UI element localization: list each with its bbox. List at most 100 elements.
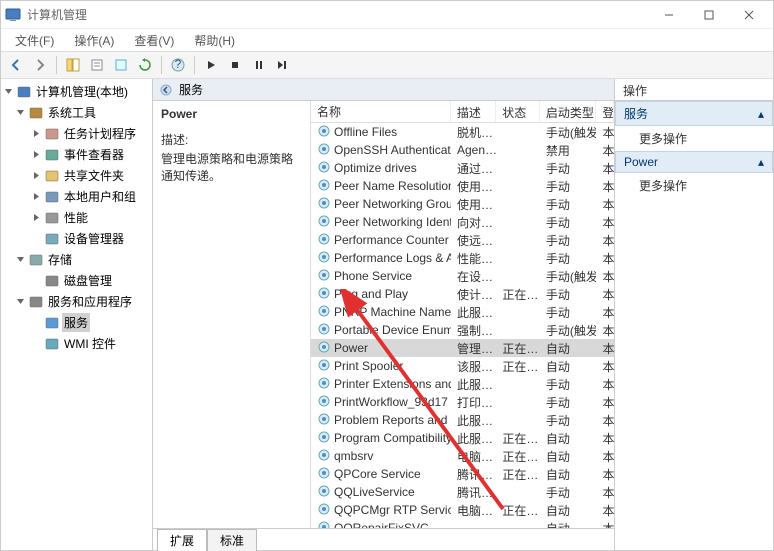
table-row[interactable]: OpenSSH Authentication A…Agen…禁用本 [311,141,614,159]
table-row[interactable]: Performance Counter DLL …使远…手动本 [311,231,614,249]
table-row[interactable]: Peer Name Resolution Prot…使用…手动本 [311,177,614,195]
menu-action[interactable]: 操作(A) [64,30,124,51]
table-row[interactable]: QQRepairFixSVC自动本 [311,519,614,528]
tree-item[interactable]: 磁盘管理 [1,270,152,291]
service-name: PrintWorkflow_93d17 [334,395,448,409]
menu-help[interactable]: 帮助(H) [184,30,245,51]
tree-item[interactable]: 事件查看器 [1,144,152,165]
tab-standard[interactable]: 标准 [207,529,257,551]
nav-arrow-icon[interactable] [159,83,173,97]
table-row[interactable]: Print Spooler该服…正在…自动本 [311,357,614,375]
service-icon [317,250,331,267]
service-start: 自动 [540,429,597,448]
stop-service-button[interactable] [224,54,246,76]
menu-file[interactable]: 文件(F) [5,30,64,51]
tree-item[interactable]: 计算机管理(本地) [1,81,152,102]
actions-section-title[interactable]: 服务 ▴ [616,102,772,125]
help-button[interactable]: ? [167,54,189,76]
computer-management-icon [5,7,21,23]
tree-toggle-icon[interactable] [31,317,42,328]
column-status[interactable]: 状态 [496,101,540,122]
menu-view[interactable]: 查看(V) [124,30,184,51]
tree-toggle-icon[interactable] [31,170,42,181]
table-row[interactable]: QPCore Service腾讯…正在…自动本 [311,465,614,483]
title-bar: 计算机管理 [1,1,773,29]
service-status [496,203,540,205]
table-row[interactable]: Phone Service在设…手动(触发…本 [311,267,614,285]
tree-toggle-icon[interactable] [31,149,42,160]
service-status: 正在… [496,429,540,448]
actions-section-title[interactable]: Power ▴ [616,152,772,172]
column-start[interactable]: 启动类型 [540,101,597,122]
tree-toggle-icon[interactable] [31,275,42,286]
more-actions-link[interactable]: 更多操作 [615,173,773,198]
tree-item[interactable]: 设备管理器 [1,228,152,249]
forward-button[interactable] [29,54,51,76]
table-row[interactable]: Performance Logs & Alerts性能…手动本 [311,249,614,267]
services-list: 名称 描述 状态 启动类型 登 Offline Files脱机…手动(触发…本O… [311,101,614,528]
table-row[interactable]: Problem Reports and Soluti…此服…手动本 [311,411,614,429]
tree-item[interactable]: 本地用户和组 [1,186,152,207]
tree-toggle-icon[interactable] [31,233,42,244]
tree-pane[interactable]: 计算机管理(本地)系统工具任务计划程序事件查看器共享文件夹本地用户和组性能设备管… [1,79,153,550]
service-start: 手动(触发… [540,267,597,286]
tree-item[interactable]: 服务和应用程序 [1,291,152,312]
service-start: 自动 [540,465,597,484]
table-row[interactable]: PNRP Machine Name Publi…此服…手动本 [311,303,614,321]
service-logon: 本 [596,303,614,322]
table-row[interactable]: Power管理…正在…自动本 [311,339,614,357]
start-service-button[interactable] [200,54,222,76]
table-header: 名称 描述 状态 启动类型 登 [311,101,614,123]
tree-node-icon [44,210,60,226]
column-name[interactable]: 名称 [311,101,451,122]
service-status [496,149,540,151]
table-row[interactable]: Portable Device Enumerato…强制…手动(触发…本 [311,321,614,339]
tree-item[interactable]: 服务 [1,312,152,333]
tree-item[interactable]: 任务计划程序 [1,123,152,144]
back-button[interactable] [5,54,27,76]
service-logon: 本 [596,195,614,214]
table-row[interactable]: QQPCMgr RTP Service电脑…正在…自动本 [311,501,614,519]
tree-item[interactable]: 存储 [1,249,152,270]
column-desc[interactable]: 描述 [451,101,496,122]
minimize-button[interactable] [649,1,689,29]
table-row[interactable]: Offline Files脱机…手动(触发…本 [311,123,614,141]
table-row[interactable]: Program Compatibility Assi…此服…正在…自动本 [311,429,614,447]
tree-item[interactable]: 性能 [1,207,152,228]
table-row[interactable]: qmbsrv电脑…正在…自动本 [311,447,614,465]
export-list-button[interactable] [110,54,132,76]
tree-node-label: 计算机管理(本地) [34,82,130,101]
refresh-button[interactable] [134,54,156,76]
tree-item[interactable]: 系统工具 [1,102,152,123]
table-row[interactable]: Plug and Play使计…正在…手动本 [311,285,614,303]
tree-toggle-icon[interactable] [15,296,26,307]
more-actions-link[interactable]: 更多操作 [615,126,773,151]
tree-toggle-icon[interactable] [15,254,26,265]
window-title: 计算机管理 [27,6,649,23]
tree-toggle-icon[interactable] [15,107,26,118]
tree-toggle-icon[interactable] [31,128,42,139]
close-button[interactable] [729,1,769,29]
tree-toggle-icon[interactable] [31,191,42,202]
table-row[interactable]: Peer Networking Grouping使用…手动本 [311,195,614,213]
table-row[interactable]: Optimize drives通过…手动本 [311,159,614,177]
service-icon [317,304,331,321]
properties-button[interactable] [86,54,108,76]
tree-item[interactable]: WMI 控件 [1,333,152,354]
service-logon: 本 [596,267,614,286]
tree-toggle-icon[interactable] [3,86,14,97]
table-row[interactable]: QQLiveService腾讯…手动本 [311,483,614,501]
show-hide-tree-button[interactable] [62,54,84,76]
pause-service-button[interactable] [248,54,270,76]
tree-toggle-icon[interactable] [31,338,42,349]
tree-item[interactable]: 共享文件夹 [1,165,152,186]
tab-extended[interactable]: 扩展 [157,529,207,551]
table-row[interactable]: Printer Extensions and Notif…此服…手动本 [311,375,614,393]
table-row[interactable]: PrintWorkflow_93d17打印…手动本 [311,393,614,411]
tree-node-label: 存储 [46,250,74,269]
maximize-button[interactable] [689,1,729,29]
tree-toggle-icon[interactable] [31,212,42,223]
restart-service-button[interactable] [272,54,294,76]
column-logon[interactable]: 登 [596,101,614,122]
table-row[interactable]: Peer Networking Identity M…向对…手动本 [311,213,614,231]
